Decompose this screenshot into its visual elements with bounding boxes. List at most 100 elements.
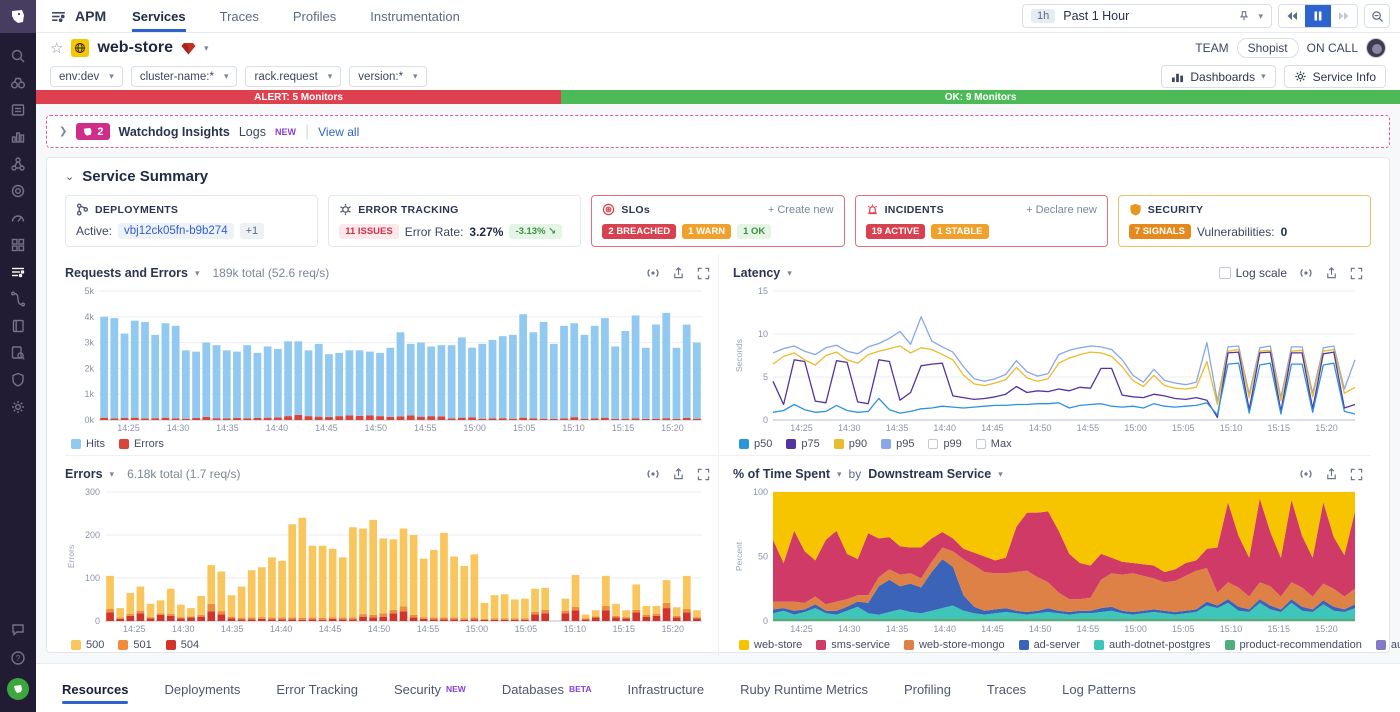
legend-item[interactable]: p50: [739, 438, 772, 450]
watchdog-insights-bar[interactable]: ❯ 2 Watchdog Insights Logs NEW | View al…: [46, 115, 1390, 148]
monitor-ok-segment[interactable]: OK: 9 Monitors: [561, 90, 1400, 104]
legend-item[interactable]: p90: [834, 438, 867, 450]
legend-item[interactable]: p95: [881, 438, 914, 450]
dashboards-button[interactable]: Dashboards▾: [1161, 65, 1275, 88]
skip-forward-button[interactable]: [1331, 5, 1357, 27]
card-action-link[interactable]: + Declare new: [1026, 204, 1097, 216]
expand-icon[interactable]: [1350, 267, 1363, 280]
chart-title-dropdown[interactable]: % of Time Spent: [733, 467, 830, 481]
sidebar-item-events[interactable]: [4, 101, 32, 118]
summary-card-slos[interactable]: SLOs+ Create new2 BREACHED1 WARN1 OK: [591, 195, 844, 247]
monitor-alert-segment[interactable]: ALERT: 5 Monitors: [36, 90, 561, 104]
sidebar-item-integrations[interactable]: [4, 236, 32, 253]
deployment-link[interactable]: vbj12ck05fn-b9b274: [118, 223, 234, 239]
legend-item[interactable]: ad-server: [1019, 639, 1080, 651]
nav-tab-instrumentation[interactable]: Instrumentation: [370, 0, 460, 32]
export-icon[interactable]: [1325, 467, 1338, 481]
summary-card-security[interactable]: SECURITY7 SIGNALSVulnerabilities:0: [1118, 195, 1371, 247]
sidebar-item-monitors[interactable]: [4, 182, 32, 199]
card-action-link[interactable]: + Create new: [768, 204, 834, 216]
export-icon[interactable]: [672, 467, 685, 481]
legend-item[interactable]: sms-service: [816, 639, 890, 651]
legend-item[interactable]: Errors: [119, 438, 164, 450]
tab-resources[interactable]: Resources: [62, 664, 128, 712]
filter-pill[interactable]: rack.request▾: [245, 66, 341, 87]
export-icon[interactable]: [1325, 266, 1338, 280]
insight-icon[interactable]: [646, 467, 660, 481]
expand-icon[interactable]: [697, 468, 710, 481]
chart-title-caret-icon[interactable]: ▾: [787, 268, 792, 279]
chat-icon[interactable]: [4, 620, 32, 637]
sidebar-item-watchdog[interactable]: [4, 74, 32, 91]
tab-deployments[interactable]: Deployments: [164, 664, 240, 712]
sidebar-item-infrastructure[interactable]: [4, 155, 32, 172]
legend-item[interactable]: web-store-mongo: [904, 639, 1005, 651]
log-scale-checkbox[interactable]: Log scale: [1219, 266, 1287, 280]
apm-product-icon[interactable]: [50, 8, 67, 25]
expand-chevron-icon[interactable]: ❯: [59, 126, 67, 137]
legend-item[interactable]: 504: [166, 639, 199, 651]
legend-item[interactable]: 501: [118, 639, 151, 651]
team-pill[interactable]: Shopist: [1237, 38, 1299, 58]
legend-item[interactable]: p75: [786, 438, 819, 450]
summary-card-incidents[interactable]: INCIDENTS+ Declare new19 ACTIVE1 STABLE: [855, 195, 1108, 247]
export-icon[interactable]: [672, 266, 685, 280]
summary-card-error-tracking[interactable]: ERROR TRACKING11 ISSUESError Rate:3.27%-…: [328, 195, 581, 247]
pause-button[interactable]: [1305, 5, 1331, 27]
chart-title-caret-icon[interactable]: ▾: [195, 268, 200, 279]
user-avatar[interactable]: [7, 678, 29, 700]
service-info-button[interactable]: Service Info: [1284, 65, 1386, 88]
tab-infrastructure[interactable]: Infrastructure: [627, 664, 704, 712]
tab-error-tracking[interactable]: Error Tracking: [276, 664, 358, 712]
filter-pill[interactable]: version:*▾: [349, 66, 426, 87]
legend-item[interactable]: auth-dotnet: [1376, 639, 1400, 651]
chart-title-caret-icon[interactable]: ▾: [110, 469, 115, 480]
chart-title-dropdown[interactable]: Requests and Errors: [65, 266, 188, 280]
chart-plot-3[interactable]: 05010014:2514:3014:3514:4014:4514:5014:5…: [733, 486, 1363, 636]
tab-traces[interactable]: Traces: [987, 664, 1026, 712]
sidebar-item-settings[interactable]: [4, 398, 32, 415]
help-icon[interactable]: ?: [4, 649, 32, 666]
legend-item[interactable]: auth-dotnet-postgres: [1094, 639, 1211, 651]
zoom-out-button[interactable]: [1364, 4, 1390, 28]
filter-pill[interactable]: cluster-name:*▾: [131, 66, 238, 87]
sidebar-item-security[interactable]: [4, 371, 32, 388]
group-by-caret-icon[interactable]: ▾: [998, 469, 1003, 480]
oncall-avatar[interactable]: [1366, 38, 1386, 58]
legend-item[interactable]: 500: [71, 639, 104, 651]
tab-ruby-runtime-metrics[interactable]: Ruby Runtime Metrics: [740, 664, 868, 712]
legend-item[interactable]: product-recommendation: [1225, 639, 1362, 651]
nav-tab-traces[interactable]: Traces: [220, 0, 259, 32]
checkbox-icon[interactable]: [1219, 267, 1231, 279]
service-caret-icon[interactable]: ▾: [204, 43, 209, 54]
sidebar-item-service-map[interactable]: [4, 290, 32, 307]
tab-profiling[interactable]: Profiling: [904, 664, 951, 712]
insight-icon[interactable]: [646, 266, 660, 280]
nav-tab-services[interactable]: Services: [132, 0, 186, 32]
sidebar-item-logs[interactable]: [4, 344, 32, 361]
insight-icon[interactable]: [1299, 467, 1313, 481]
skip-back-button[interactable]: [1279, 5, 1305, 27]
chart-title-dropdown[interactable]: Latency: [733, 266, 780, 280]
summary-card-deployments[interactable]: DEPLOYMENTSActive:vbj12ck05fn-b9b274+1: [65, 195, 318, 247]
time-caret-icon[interactable]: ▾: [1258, 11, 1263, 22]
filter-pill[interactable]: env:dev▾: [50, 66, 123, 87]
datadog-logo[interactable]: [0, 0, 36, 33]
tab-security[interactable]: SecurityNEW: [394, 664, 466, 712]
pin-icon[interactable]: [1238, 10, 1250, 22]
tab-databases[interactable]: DatabasesBETA: [502, 664, 592, 712]
chart-plot-1[interactable]: 05101514:2514:3014:3514:4014:4514:5014:5…: [733, 285, 1363, 435]
legend-item[interactable]: web-store: [739, 639, 802, 651]
expand-icon[interactable]: [1350, 468, 1363, 481]
view-all-link[interactable]: View all: [318, 125, 359, 139]
sidebar-item-notebooks[interactable]: [4, 317, 32, 334]
time-range-selector[interactable]: 1h Past 1 Hour ▾: [1022, 4, 1272, 28]
tab-log-patterns[interactable]: Log Patterns: [1062, 664, 1136, 712]
chart-title-dropdown[interactable]: Errors: [65, 467, 103, 481]
favorite-star-icon[interactable]: ☆: [50, 39, 63, 57]
group-by-dropdown[interactable]: Downstream Service: [868, 467, 991, 481]
legend-item[interactable]: Hits: [71, 438, 105, 450]
legend-item[interactable]: Max: [976, 438, 1012, 450]
chart-title-caret-icon[interactable]: ▾: [837, 469, 842, 480]
sidebar-item-dashboards[interactable]: [4, 128, 32, 145]
